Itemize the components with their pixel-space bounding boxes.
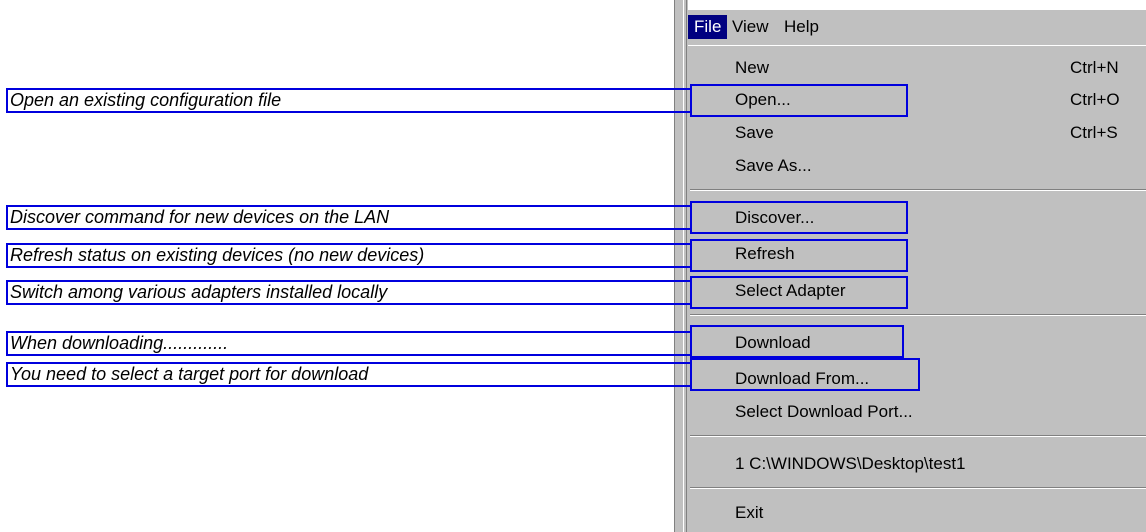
menu-item-save-label: Save bbox=[735, 123, 774, 142]
menu-item-save-shortcut: Ctrl+S bbox=[1070, 123, 1118, 142]
menu-item-save-as-label: Save As... bbox=[735, 156, 812, 175]
highlight-download-box bbox=[690, 325, 904, 358]
menu-item-new-shortcut: Ctrl+N bbox=[1070, 58, 1119, 77]
menu-item-select-download-port[interactable]: Select Download Port... bbox=[688, 400, 1146, 426]
callout-open-text: Open an existing configuration file bbox=[10, 90, 282, 110]
callout-select-adapter-text: Switch among various adapters installed … bbox=[10, 282, 388, 302]
menu-separator bbox=[690, 314, 1146, 316]
callout-refresh-text: Refresh status on existing devices (no n… bbox=[10, 245, 425, 265]
menu-item-save-as[interactable]: Save As... bbox=[688, 154, 1146, 180]
menu-item-save[interactable]: Save Ctrl+S bbox=[688, 121, 1146, 147]
menu-item-new[interactable]: New Ctrl+N bbox=[688, 56, 1146, 82]
menu-item-new-label: New bbox=[735, 58, 770, 77]
menu-item-open-shortcut: Ctrl+O bbox=[1070, 90, 1120, 109]
menu-item-exit-label: Exit bbox=[735, 503, 764, 522]
highlight-download-from-box bbox=[690, 358, 920, 391]
callout-download-from-text: You need to select a target port for dow… bbox=[10, 364, 369, 384]
highlight-discover-box bbox=[690, 201, 908, 234]
menu-item-recent-file-label: 1 C:\WINDOWS\Desktop\test1 bbox=[735, 454, 966, 473]
menu-item-exit[interactable]: Exit bbox=[688, 501, 1146, 527]
menu-view[interactable]: View bbox=[726, 15, 775, 39]
menu-bar: File View Help bbox=[688, 10, 1146, 45]
callout-download-text: When downloading............. bbox=[10, 333, 229, 353]
highlight-select-adapter-box bbox=[690, 276, 908, 309]
menu-item-recent-file[interactable]: 1 C:\WINDOWS\Desktop\test1 bbox=[688, 452, 1146, 478]
menu-separator bbox=[690, 189, 1146, 191]
highlight-refresh-box bbox=[690, 239, 908, 272]
menu-separator bbox=[690, 435, 1146, 437]
highlight-open-box bbox=[690, 84, 908, 117]
menu-item-select-download-port-label: Select Download Port... bbox=[735, 402, 913, 421]
menu-help[interactable]: Help bbox=[778, 15, 825, 39]
callout-discover-text: Discover command for new devices on the … bbox=[10, 207, 390, 227]
menu-file[interactable]: File bbox=[688, 15, 728, 39]
menu-separator bbox=[690, 487, 1146, 489]
